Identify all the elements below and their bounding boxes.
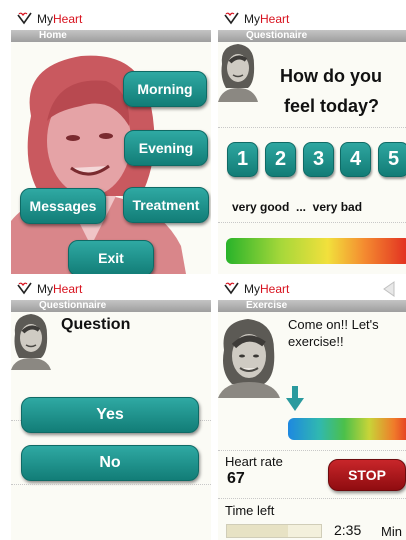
exercise-screen: MyHeart Exercise Come on!! Let's exercis… bbox=[218, 278, 406, 540]
heart-rate-value: 67 bbox=[227, 470, 245, 487]
heart-logo-icon bbox=[224, 12, 239, 25]
avatar bbox=[218, 319, 280, 398]
app-header: MyHeart bbox=[11, 278, 211, 300]
heart-logo-icon bbox=[17, 282, 32, 295]
avatar bbox=[218, 44, 258, 102]
app-brand: MyHeart bbox=[37, 12, 83, 26]
divider bbox=[218, 450, 406, 451]
back-arrow-icon[interactable] bbox=[382, 281, 396, 297]
home-screen: MyHeart Home Morning Evening Messages Tr… bbox=[11, 8, 211, 274]
time-progress-fill bbox=[227, 525, 289, 537]
heart-logo-icon bbox=[17, 12, 32, 25]
divider bbox=[218, 127, 406, 128]
exercise-message-line1: Come on!! Let's bbox=[288, 317, 379, 332]
option-button-3[interactable]: 3 bbox=[303, 142, 334, 177]
exit-button[interactable]: Exit bbox=[68, 240, 154, 274]
exercise-content: Come on!! Let's exercise!! Heart rate 67… bbox=[218, 312, 406, 540]
app-header: MyHeart bbox=[11, 8, 211, 30]
app-brand: MyHeart bbox=[244, 12, 290, 26]
screen-title: Questionaire bbox=[246, 30, 308, 41]
screen-title: Home bbox=[39, 30, 67, 41]
screen-title-bar: Questionnaire bbox=[11, 300, 211, 312]
mood-gradient-bar bbox=[226, 238, 406, 264]
app-brand: MyHeart bbox=[244, 282, 290, 296]
questionnaire-yesno-screen: MyHeart Questionnaire Question Yes No bbox=[11, 278, 211, 540]
treatment-button[interactable]: Treatment bbox=[123, 187, 209, 223]
morning-button[interactable]: Morning bbox=[123, 71, 207, 107]
question-heading: Question bbox=[61, 316, 131, 333]
screen-title-bar: Exercise bbox=[218, 300, 406, 312]
heart-rate-label: Heart rate bbox=[225, 454, 283, 469]
avatar bbox=[11, 314, 51, 370]
stop-button[interactable]: STOP bbox=[328, 459, 406, 491]
screen-title-bar: Questionaire bbox=[218, 30, 406, 42]
app-header: MyHeart bbox=[218, 278, 406, 300]
exercise-message-line2: exercise!! bbox=[288, 334, 344, 349]
heart-logo-icon bbox=[224, 282, 239, 295]
app-header: MyHeart bbox=[218, 8, 406, 30]
yes-button[interactable]: Yes bbox=[21, 397, 199, 433]
no-button[interactable]: No bbox=[21, 445, 199, 481]
screen-title: Questionnaire bbox=[39, 300, 107, 311]
question-text-line1: How do you bbox=[280, 66, 382, 86]
time-left-label: Time left bbox=[225, 503, 275, 518]
time-value: 2:35 bbox=[334, 522, 362, 538]
question-text-line2: feel today? bbox=[284, 96, 380, 116]
screen-title-bar: Home bbox=[11, 30, 211, 42]
option-button-1[interactable]: 1 bbox=[227, 142, 258, 177]
messages-button[interactable]: Messages bbox=[20, 188, 106, 224]
divider bbox=[11, 484, 211, 485]
app-brand: MyHeart bbox=[37, 282, 83, 296]
questionnaire-yesno-content: Question Yes No bbox=[11, 312, 211, 540]
divider bbox=[218, 498, 406, 499]
home-content: Morning Evening Messages Treatment Exit bbox=[11, 42, 211, 274]
evening-button[interactable]: Evening bbox=[124, 130, 208, 166]
questionnaire-scale-content: How do you feel today? 1 2 3 4 5 very go… bbox=[218, 42, 406, 274]
option-button-4[interactable]: 4 bbox=[340, 142, 371, 177]
screen-title: Exercise bbox=[246, 300, 288, 311]
questionnaire-scale-screen: MyHeart Questionaire How do you feel tod… bbox=[218, 8, 406, 274]
option-button-2[interactable]: 2 bbox=[265, 142, 296, 177]
scale-label: very good ... very bad bbox=[232, 200, 363, 214]
down-arrow-icon bbox=[286, 386, 304, 411]
time-unit: Min bbox=[381, 524, 402, 539]
time-progress-bar bbox=[226, 524, 322, 538]
option-button-5[interactable]: 5 bbox=[378, 142, 406, 177]
intensity-gradient-bar bbox=[288, 418, 406, 440]
divider bbox=[218, 222, 406, 223]
